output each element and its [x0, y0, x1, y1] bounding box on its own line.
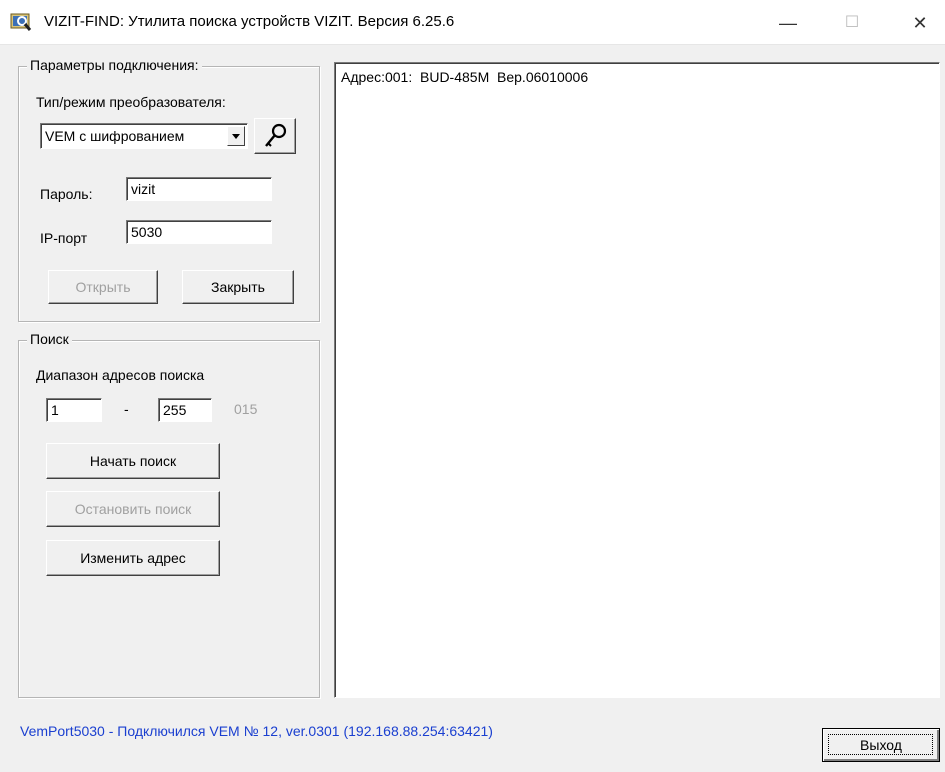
close-connection-button-label: Закрыть	[211, 279, 265, 295]
open-button-label: Открыть	[75, 279, 131, 295]
close-window-button[interactable]: ✕	[900, 10, 940, 36]
stop-search-button-label: Остановить поиск	[74, 501, 192, 517]
ip-port-field[interactable]: 5030	[126, 220, 272, 244]
results-list[interactable]: Адрес:001: BUD-485M Вер.06010006	[334, 62, 940, 698]
list-item[interactable]: Адрес:001: BUD-485M Вер.06010006	[341, 69, 588, 85]
range-dash: -	[124, 401, 129, 417]
start-search-button-label: Начать поиск	[89, 453, 177, 469]
connection-group-label: Параметры подключения:	[27, 57, 202, 73]
start-search-button[interactable]: Начать поиск	[46, 443, 220, 479]
range-from-field[interactable]: 1	[46, 398, 102, 422]
stop-search-button[interactable]: Остановить поиск	[46, 491, 220, 527]
converter-type-label: Тип/режим преобразователя:	[36, 94, 226, 110]
key-settings-button[interactable]	[254, 118, 296, 154]
maximize-button[interactable]: ☐	[832, 10, 872, 36]
exit-button[interactable]: Выход	[822, 728, 940, 762]
app-icon	[10, 13, 32, 31]
range-to-field[interactable]: 255	[158, 398, 212, 422]
window-title: VIZIT-FIND: Утилита поиска устройств VIZ…	[44, 13, 455, 30]
minimize-button[interactable]: —	[768, 10, 808, 36]
focus-rectangle	[828, 734, 933, 755]
ip-port-label: IP-порт	[40, 230, 88, 246]
title-bar: VIZIT-FIND: Утилита поиска устройств VIZ…	[0, 0, 945, 45]
search-group-label: Поиск	[27, 331, 72, 347]
password-label: Пароль:	[40, 186, 93, 202]
change-address-button[interactable]: Изменить адрес	[46, 540, 220, 576]
key-icon	[265, 123, 287, 147]
chevron-down-icon[interactable]	[227, 126, 245, 146]
converter-type-value: VEM с шифрованием	[45, 128, 185, 144]
converter-type-select[interactable]: VEM с шифрованием	[40, 123, 248, 149]
close-connection-button[interactable]: Закрыть	[182, 270, 294, 304]
connection-status-text: VemPort5030 - Подключился VEM № 12, ver.…	[20, 723, 493, 739]
address-range-label: Диапазон адресов поиска	[36, 367, 205, 383]
current-address-readout: 015	[234, 401, 258, 417]
open-button[interactable]: Открыть	[48, 270, 158, 304]
password-field[interactable]: vizit	[126, 177, 272, 201]
change-address-button-label: Изменить адрес	[80, 550, 186, 566]
